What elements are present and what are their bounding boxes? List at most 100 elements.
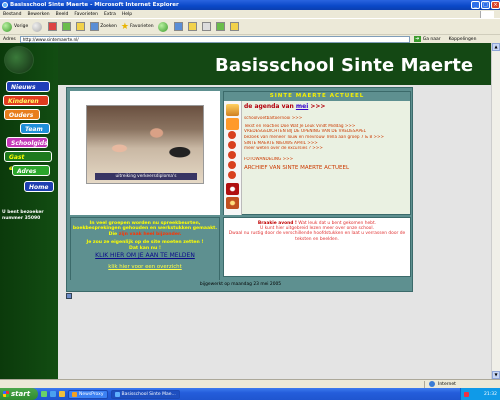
visitor-number: nummer 35090 [2,215,41,221]
nav-kinderen[interactable]: Kinderen [3,95,49,106]
status-bar: Internet [0,379,500,388]
site-sidebar: Nieuws Kinderen Ouders Team Schoolgids Gast e… [0,43,58,379]
news-item[interactable]: VREDESGEDICHTEN BIJ DE OPENING VAN DE VR… [244,129,409,134]
scroll-up-button[interactable]: ▲ [492,43,500,51]
search-icon [90,22,100,31]
tray-icon[interactable] [464,391,469,397]
links-button[interactable]: Koppelingen [449,37,477,42]
actueel-header: SINTE MAERTE ACTUEEL [224,92,410,101]
close-button[interactable]: × [491,1,500,9]
stop-button[interactable] [48,22,58,31]
presentations-line-3: Die zijn vaak heel bijzonder. [71,232,219,237]
quicklaunch-desktop-icon[interactable] [41,391,47,397]
search-button[interactable]: Zoeken [90,22,117,31]
news-item[interactable]: SINTE MAERTE NIEUWS APRIL >>> [244,141,409,146]
updated-footer: bijgewerkt op maandag 23 mei 2005 [70,280,411,289]
visitor-counter: U bent bezoeker nummer 35090 [2,210,56,221]
nav-nieuws[interactable]: Nieuws [6,81,50,92]
agenda-suffix: >>> [308,103,326,110]
home-icon [76,22,86,31]
window-titlebar: Basisschool Sinte Maerte - Microsoft Int… [0,0,500,10]
menu-tools[interactable]: Extra [104,12,116,17]
print-button[interactable] [201,22,212,31]
print-icon [201,22,211,31]
bullet-icon [228,171,236,179]
media-button[interactable] [157,21,170,32]
photo-cell: uitreiking verkeersdiploma's [70,91,220,215]
news-item[interactable]: meer weten over de excursies ? >>> [244,146,409,151]
bullet-icon [228,131,236,139]
edit-icon [215,22,225,31]
photo-caption: uitreiking verkeersdiploma's [95,173,197,180]
presentations-panel: In veel groepen worden nu spreekbeurten,… [70,217,220,289]
menu-help[interactable]: Help [122,12,132,17]
clock: 21:32 [484,391,497,397]
quicklaunch-folder-icon[interactable] [59,391,65,397]
menu-edit[interactable]: Bewerken [27,12,49,17]
nav-team[interactable]: Team [20,123,50,134]
newsproxy-icon [72,391,77,397]
nav-ouders[interactable]: Ouders [4,109,40,120]
quicklaunch-ie-icon[interactable] [50,391,56,397]
overview-link[interactable]: klik hier voor een overzicht [71,264,219,270]
menu-favorites[interactable]: Favorieten [74,12,98,17]
presentations-line-3-pre: Die [108,231,119,237]
site-title: Basisschool Sinte Maerte [215,55,474,76]
news-item[interactable]: bezoek van meneer Touw en mevrouw Trella… [244,135,409,140]
zone-label: Internet [438,381,456,387]
favorites-button[interactable]: ★ Favorieten [121,22,154,32]
nav-gast-enboek[interactable]: Gast enboek [4,151,52,172]
history-button[interactable] [173,22,184,31]
task-browser-label: Basisschool Sinte Mae... [121,391,176,397]
nav-home[interactable]: Home [24,181,54,192]
edit-button[interactable] [215,22,226,31]
go-label: Ga naar [422,36,441,42]
menu-file[interactable]: Bestand [3,12,21,17]
go-button[interactable]: ➜ Ga naar [413,36,441,42]
minimize-button[interactable]: _ [471,1,480,9]
address-label: Adres [3,36,16,42]
forward-arrow-icon [32,21,43,32]
ie-task-icon [114,391,120,397]
menu-bar: Bestand Bewerken Beeld Favorieten Extra … [0,10,500,18]
welcome-line-4: teksten en beelden. [295,236,339,242]
bullet-icon [228,141,236,149]
menu-view[interactable]: Beeld [56,12,69,17]
presentations-line-3-post: heel bijzonder. [141,231,182,237]
news-item[interactable]: FOTOWANDELING >>> [244,157,409,162]
signup-link[interactable]: KLIK HIER OM JE AAN TE MELDEN [71,252,219,259]
actueel-panel: SINTE MAERTE ACTUEEL de agenda van mei >… [223,91,411,215]
content-frame: uitreiking verkeersdiploma's SINTE MAERT… [66,87,413,292]
discuss-button[interactable] [229,22,240,31]
task-browser[interactable]: Basisschool Sinte Mae... [110,389,180,399]
start-button[interactable]: start [0,388,38,400]
search-label: Zoeken [100,24,117,29]
news-item[interactable]: schoolvoetbaltoernooi >>> [244,116,409,121]
forward-button[interactable] [32,21,44,32]
ie-icon [2,2,8,8]
mail-button[interactable] [187,22,198,31]
site-header: Basisschool Sinte Maerte [58,43,491,85]
task-newsproxy[interactable]: NewsProxy [68,389,108,399]
nav-adres[interactable]: Adres [12,165,50,176]
agenda-month-link[interactable]: mei [296,103,308,110]
nav-schoolgids[interactable]: Schoolgids [6,137,48,148]
welcome-line-3: Dwaal nu rustig door de verschillende ho… [228,231,406,237]
refresh-icon [62,22,72,31]
refresh-button[interactable] [62,22,72,31]
vertical-scrollbar[interactable]: ▲ ▼ [491,43,500,379]
maximize-button[interactable]: □ [481,1,490,9]
school-logo-icon [4,46,34,74]
address-input[interactable]: http://www.sintemaerte.nl/ [19,35,410,43]
news-item[interactable]: Tekst en reacties Doe Wat Je Leuk Vindt … [244,124,409,129]
news-list: de agenda van mei >>> schoolvoetbaltoern… [244,103,409,171]
back-button[interactable]: Vorige [2,21,28,32]
home-button[interactable] [76,22,86,31]
windows-logo-icon [3,391,9,397]
archive-link[interactable]: ARCHIEF VAN SINTE MAERTE ACTUEEL [244,165,409,171]
agenda-link[interactable]: de agenda van mei >>> [244,103,409,110]
globe-icon [429,381,435,387]
archive-icon [226,197,239,209]
mail-icon [187,22,197,31]
scroll-down-button[interactable]: ▼ [492,371,500,379]
